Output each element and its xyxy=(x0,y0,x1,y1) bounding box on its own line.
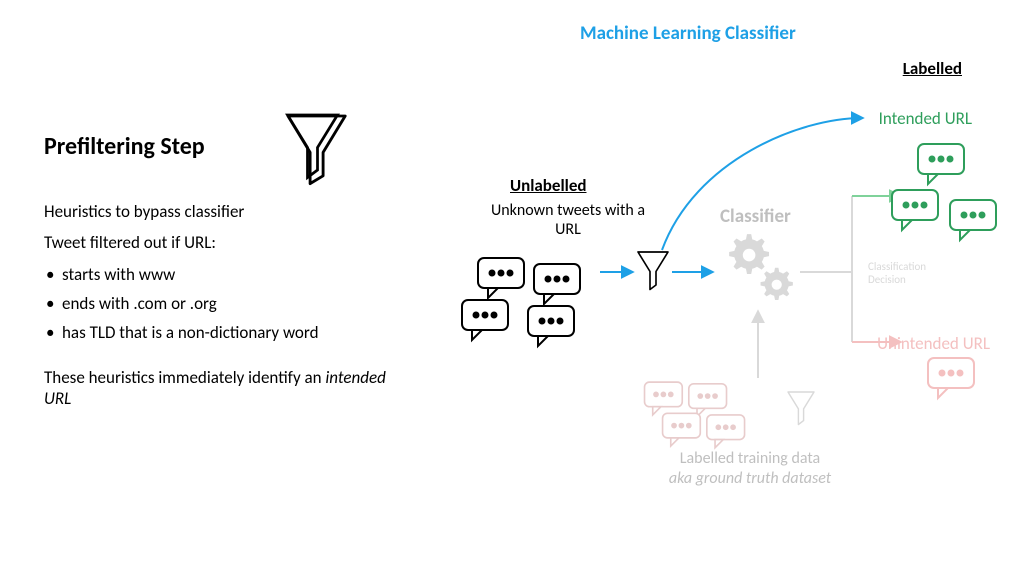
intended-bubble-cluster xyxy=(892,144,996,240)
training-data-caption: Labelled training dataaka ground truth d… xyxy=(620,449,880,489)
heuristic-item: starts with www xyxy=(44,264,414,285)
diagram-title: Machine Learning Classifier xyxy=(580,22,796,45)
funnel-icon-small xyxy=(638,252,668,290)
unlabelled-header: Unlabelled xyxy=(510,175,587,196)
unlabelled-tweet-cluster xyxy=(462,258,580,346)
heuristic-item: ends with .com or .org xyxy=(44,293,414,314)
closing-text: These heuristics immediately identify an… xyxy=(44,367,414,410)
classifier-label: Classifier xyxy=(720,205,791,228)
heuristic-list: starts with www ends with .com or .org h… xyxy=(44,264,414,343)
heuristic-item: has TLD that is a non-dictionary word xyxy=(44,322,414,343)
labelled-header: Labelled xyxy=(903,58,962,79)
left-panel: Prefiltering Step Heuristics to bypass c… xyxy=(44,132,414,419)
unintended-url-label: Unintended URL xyxy=(877,333,990,354)
intended-url-label: Intended URL xyxy=(879,108,972,129)
intro-line-2: Tweet filtered out if URL: xyxy=(44,232,414,253)
classification-decision-label: ClassificationDecision xyxy=(868,260,926,286)
funnel-icon-training xyxy=(788,392,814,425)
unintended-bubble xyxy=(928,358,974,398)
training-bubble-cluster xyxy=(645,382,745,448)
prefiltering-heading: Prefiltering Step xyxy=(44,132,414,161)
arrow-bypass-to-intended xyxy=(662,118,862,250)
intro-line-1: Heuristics to bypass classifier xyxy=(44,201,414,222)
unknown-tweets-label: Unknown tweets with a URL xyxy=(488,201,648,239)
gear-icon-group xyxy=(729,234,793,300)
